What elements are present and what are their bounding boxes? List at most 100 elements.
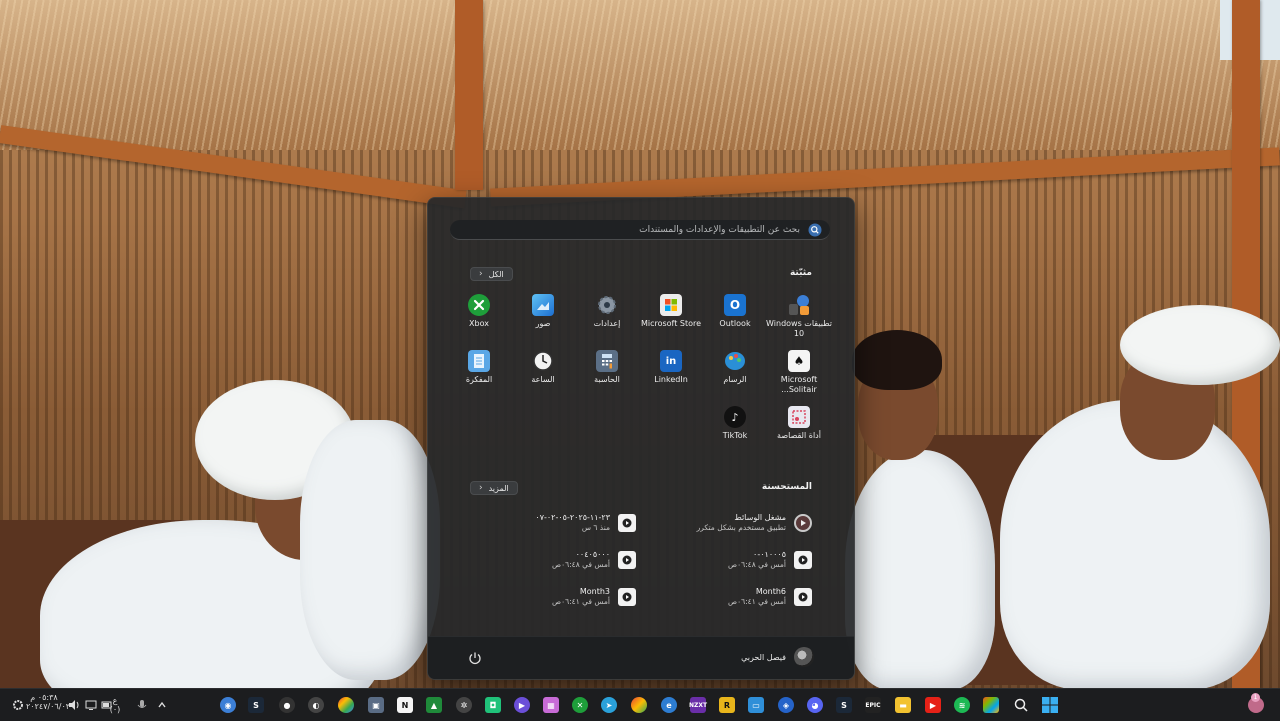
notepad-icon (468, 350, 490, 372)
microphone-icon[interactable] (134, 697, 150, 713)
language-indicator[interactable]: ع (٠) (108, 696, 122, 714)
pinned-app-clock[interactable]: الساعة (510, 350, 576, 385)
chevron-up-icon[interactable] (154, 697, 170, 713)
pinned-app-snipping-tool[interactable]: أداة القصاصة (766, 406, 832, 441)
copilot-icon[interactable] (983, 697, 999, 713)
xbox-icon[interactable]: ✕ (572, 697, 588, 713)
paint-icon (724, 350, 746, 372)
clock-time: ٠٥:٣٨ م (30, 693, 58, 702)
pinned-app-paint[interactable]: الرسام (702, 350, 768, 385)
wallpaper-person (845, 450, 995, 688)
gear-icon (596, 294, 618, 316)
pinned-app-tiktok[interactable]: ♪ TikTok (702, 406, 768, 441)
pinned-app-store[interactable]: Microsoft Store (638, 294, 704, 329)
calculator-icon (596, 350, 618, 372)
app-icon[interactable]: ◐ (308, 697, 324, 713)
edge-icon[interactable]: e (661, 697, 677, 713)
taskbar: ٠٥:٣٨ م ٢٠٢٤٧/٠٦/٠٣ ع (٠) ◉ S ● ◐ ▣ N ▲ … (0, 688, 1280, 721)
user-name: فيصل الحربي (741, 652, 786, 662)
recommended-item[interactable]: مشغل الوسائط تطبيق مستخدم بشكل متكرر (642, 510, 812, 536)
nzxt-icon[interactable]: NZXT (689, 697, 707, 713)
wallpaper-hair (852, 330, 942, 390)
chrome-icon-2[interactable] (631, 697, 647, 713)
video-file-icon (618, 514, 636, 532)
obs-icon[interactable]: ● (279, 697, 295, 713)
media-icon[interactable]: ▶ (514, 697, 530, 713)
video-file-icon (794, 588, 812, 606)
start-search-box[interactable] (450, 220, 830, 240)
wallpaper-post (455, 0, 483, 190)
pinned-app-photos[interactable]: صور (510, 294, 576, 329)
all-apps-label: الكل (488, 269, 504, 279)
search-icon[interactable] (1013, 697, 1029, 713)
tiktok-icon: ♪ (724, 406, 746, 428)
store-icon (660, 294, 682, 316)
xbox-icon (468, 294, 490, 316)
discord-icon[interactable]: ◕ (807, 697, 823, 713)
recommended-item[interactable]: ٠٠٤٠٥٠٠٠ أمس في ٠٦:٤٨ص (466, 547, 636, 573)
youtube-icon[interactable]: ▶ (925, 697, 941, 713)
windows-tools-icon (788, 294, 810, 316)
settings-tray-icon[interactable] (10, 697, 26, 713)
media-player-icon (794, 514, 812, 532)
clock-date: ٢٠٢٤٧/٠٦/٠٣ (26, 702, 71, 711)
app-icon[interactable]: ▦ (543, 697, 559, 713)
avatar (794, 647, 814, 667)
more-label: المزيد (488, 483, 509, 493)
game-icon[interactable]: ◘ (485, 697, 501, 713)
volume-icon[interactable] (66, 697, 82, 713)
recommended-item[interactable]: Month3 أمس في ٠٦:٤١ص (466, 584, 636, 610)
recommended-item[interactable]: Month6 أمس في ٠٦:٤١ص (642, 584, 812, 610)
video-file-icon (618, 551, 636, 569)
notification-badge: 1 (1251, 693, 1260, 702)
video-file-icon (794, 551, 812, 569)
snipping-tool-icon (788, 406, 810, 428)
power-icon[interactable] (468, 651, 482, 665)
pinned-app-outlook[interactable]: O Outlook (702, 294, 768, 329)
telegram-icon[interactable]: ➤ (601, 697, 617, 713)
all-apps-button[interactable]: الكل ‹ (470, 267, 513, 281)
steam-icon[interactable]: S (248, 697, 264, 713)
taskbar-clock[interactable]: ٠٥:٣٨ م ٢٠٢٤٧/٠٦/٠٣ (26, 693, 71, 711)
clock-icon (532, 350, 554, 372)
chevron-left-icon: ‹ (479, 269, 483, 279)
pinned-app-xbox[interactable]: Xbox (446, 294, 512, 329)
pinned-app-calculator[interactable]: الحاسبة (574, 350, 640, 385)
photos-icon (532, 294, 554, 316)
search-input[interactable] (458, 223, 802, 236)
pinned-app-windows10[interactable]: تطبيقات Windows 10 (766, 294, 832, 339)
desktop-icon[interactable]: ▭ (748, 697, 764, 713)
wallpaper-person (300, 420, 440, 680)
recommended-item[interactable]: ٠١٠٠٠٥-٠ أمس في ٠٦:٤٨ص (642, 547, 812, 573)
nvidia-icon[interactable]: ▲ (426, 697, 442, 713)
chrome-icon[interactable] (338, 697, 354, 713)
network-icon[interactable] (83, 697, 99, 713)
spotify-icon[interactable]: ≋ (954, 697, 970, 713)
user-account-button[interactable]: فيصل الحربي (741, 647, 814, 667)
steam-icon-2[interactable]: S (836, 697, 852, 713)
epic-games-icon[interactable]: EPIC (865, 697, 881, 713)
start-menu-footer: فيصل الحربي (428, 636, 854, 679)
chevron-left-icon: ‹ (479, 483, 483, 493)
outlook-icon: O (724, 294, 746, 316)
gear-icon[interactable]: ✲ (456, 697, 472, 713)
pinned-app-solitaire[interactable]: ♠ Microsoft Solitair... (766, 350, 832, 395)
linkedin-icon: in (660, 350, 682, 372)
windows-tools-taskbar-icon[interactable]: ◉ (220, 697, 236, 713)
wallpaper-roof (0, 0, 1280, 150)
app-icon[interactable]: ◈ (778, 697, 794, 713)
search-icon (808, 223, 822, 236)
pinned-title: مثبّتة (789, 268, 812, 278)
start-icon[interactable] (1042, 697, 1058, 713)
more-button[interactable]: المزيد ‹ (470, 481, 518, 495)
recommended-item[interactable]: ٢٣-١١-٢٠٢٥-٠٥-٠٢-٠٧ منذ ٦ س (466, 510, 636, 536)
start-menu: مثبّتة الكل ‹ تطبيقات Windows 10 O Outlo… (427, 197, 855, 680)
pinned-app-notepad[interactable]: المفكرة (446, 350, 512, 385)
recommended-title: المستحسنة (761, 482, 812, 492)
rockstar-icon[interactable]: R (719, 697, 735, 713)
app-icon[interactable]: ▣ (368, 697, 384, 713)
file-explorer-icon[interactable]: ▬ (895, 697, 911, 713)
pinned-app-settings[interactable]: إعدادات (574, 294, 640, 329)
notion-icon[interactable]: N (397, 697, 413, 713)
pinned-app-linkedin[interactable]: in LinkedIn (638, 350, 704, 385)
